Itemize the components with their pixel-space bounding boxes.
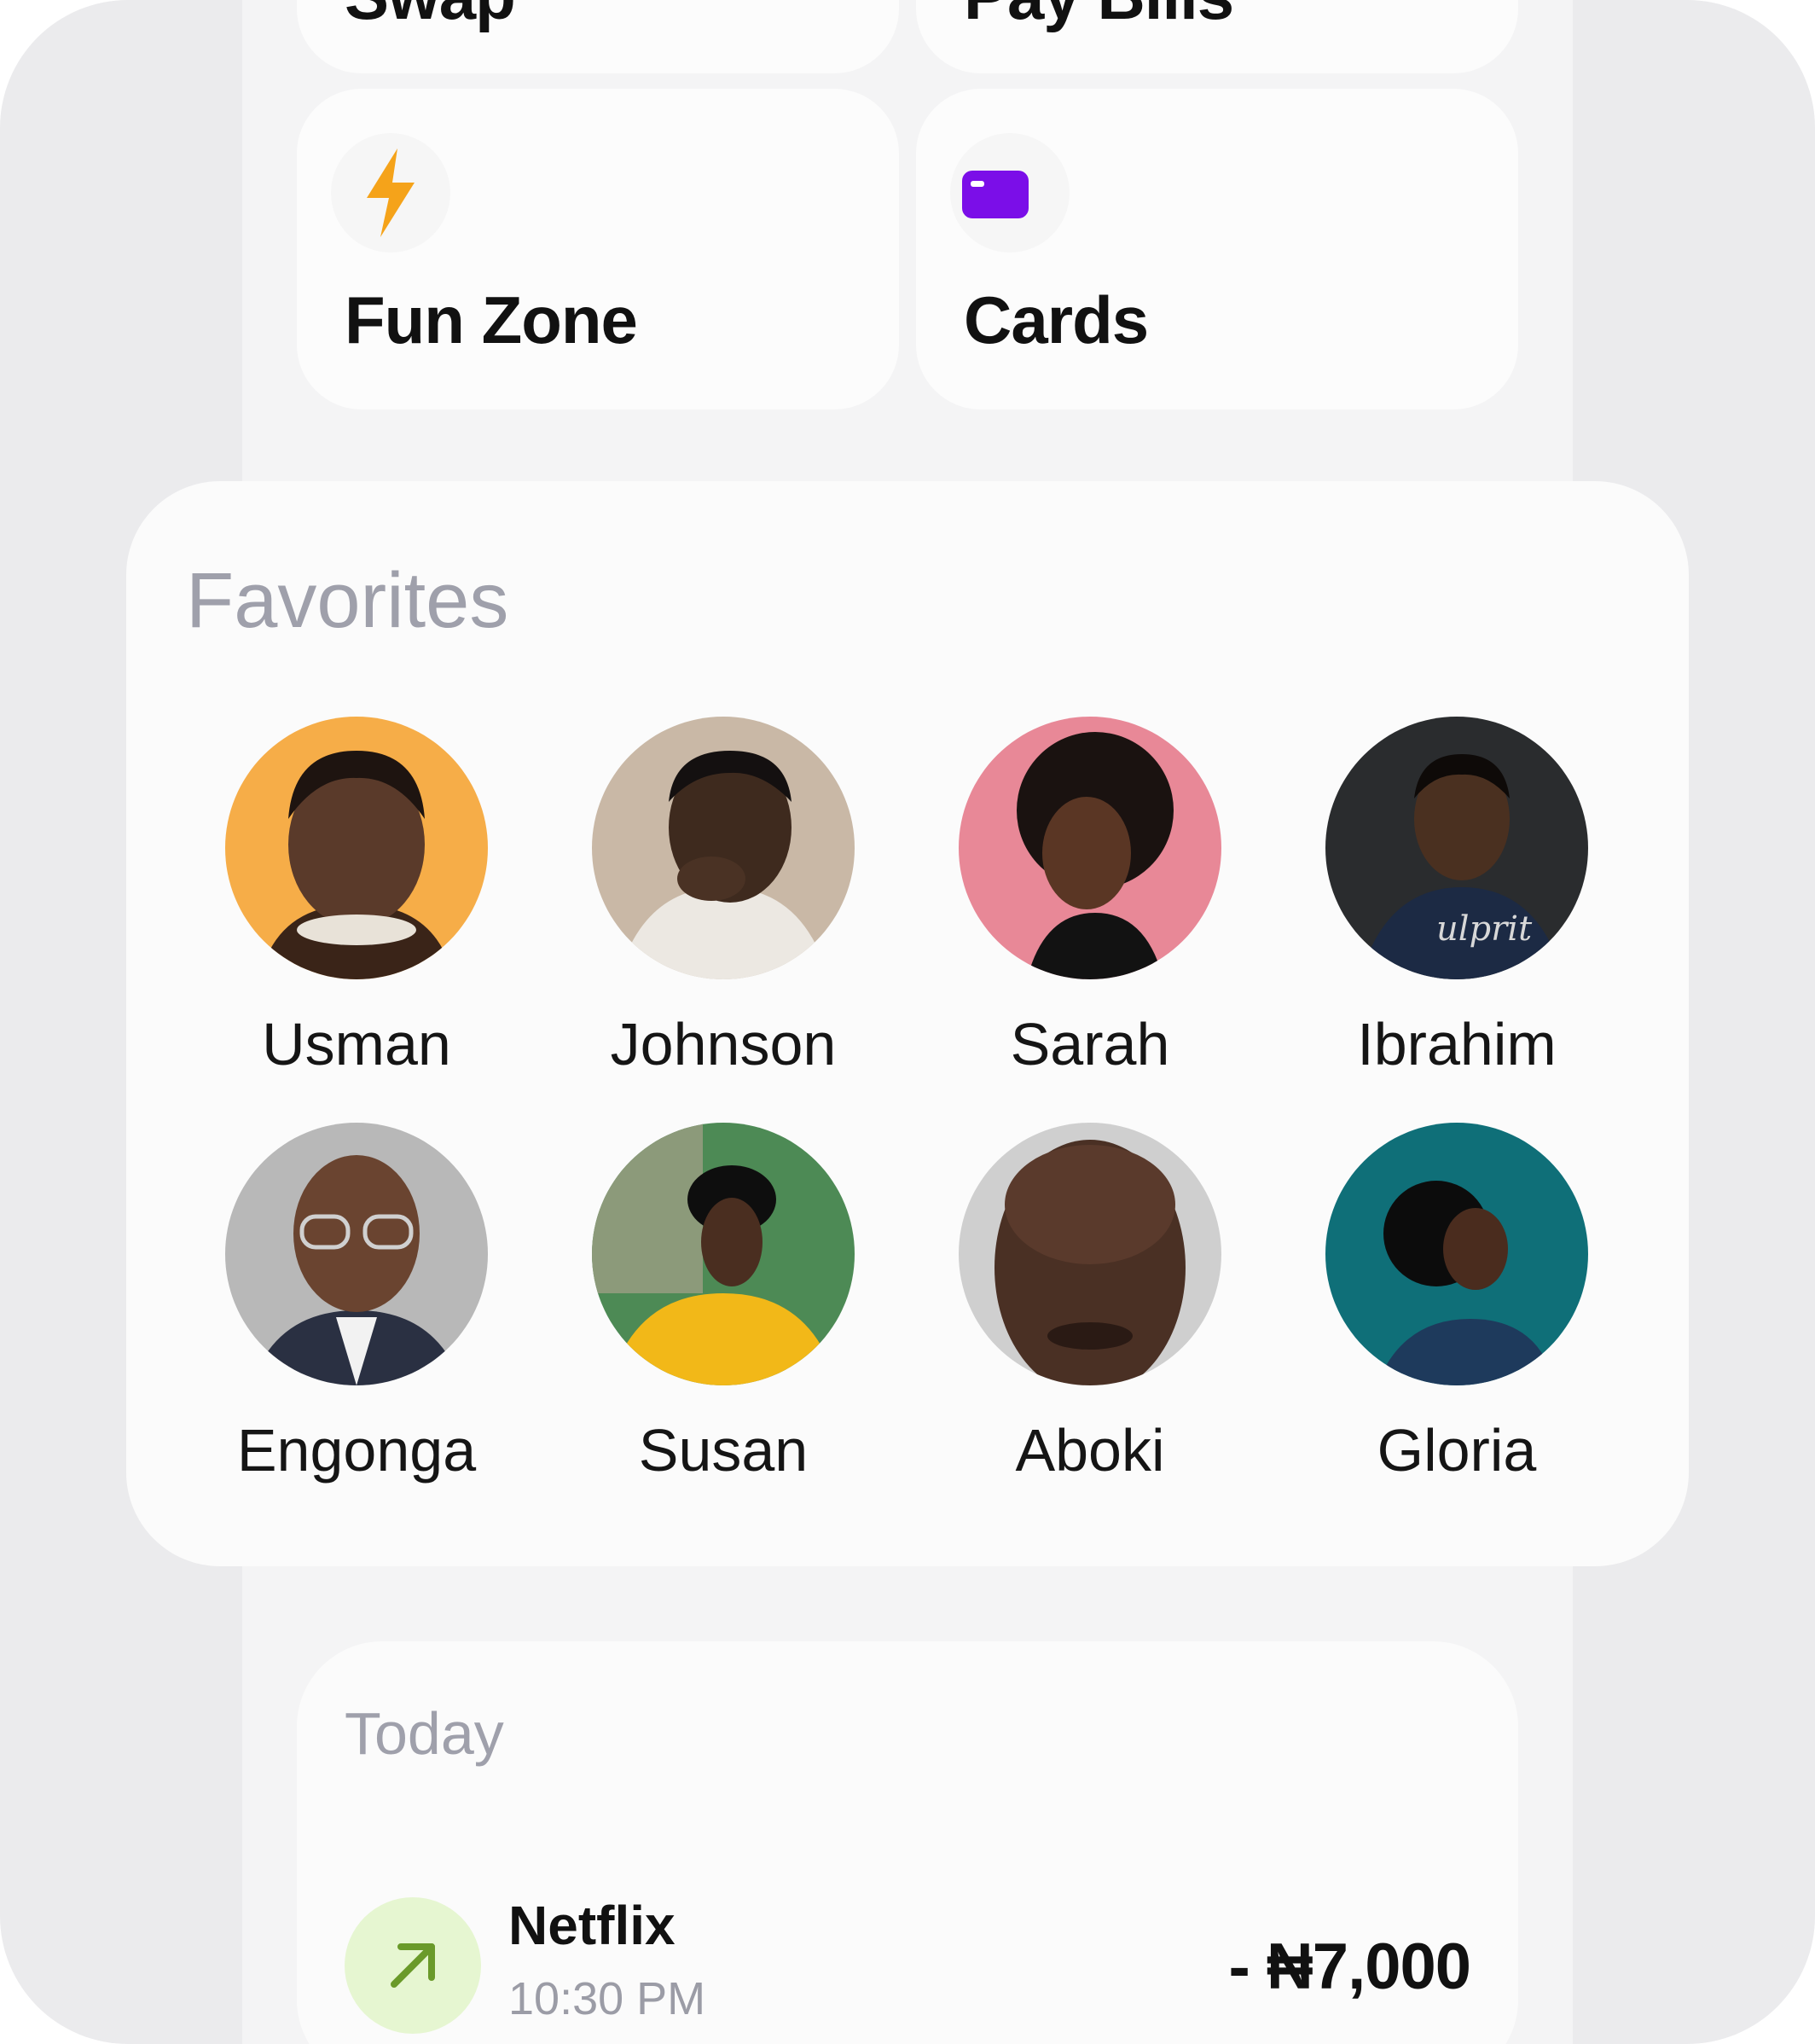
- app-frame: Swap Pay Bills Fun Zone Cards Favorites: [0, 0, 1815, 2044]
- cards-label: Cards: [964, 282, 1149, 357]
- avatar-usman[interactable]: [225, 717, 488, 979]
- transaction-time: 10:30 PM: [508, 1973, 706, 2024]
- favorite-name: Sarah: [1010, 1011, 1170, 1077]
- transaction-amount: - ₦7,000: [1228, 1931, 1471, 2003]
- swap-tile[interactable]: Swap: [297, 0, 899, 73]
- favorite-name: Johnson: [610, 1011, 837, 1077]
- avatar-gloria[interactable]: [1325, 1123, 1588, 1385]
- fun-zone-label: Fun Zone: [345, 282, 638, 357]
- favorite-name: Ibrahim: [1357, 1011, 1557, 1077]
- favorite-name: Usman: [262, 1011, 451, 1077]
- today-title: Today: [345, 1700, 504, 1767]
- favorite-name: Susan: [638, 1417, 809, 1484]
- favorites-card: Favorites Usman Johnson Sarah ulprit Ibr…: [126, 481, 1689, 1566]
- avatar-susan[interactable]: [592, 1123, 855, 1385]
- transaction-name: Netflix: [508, 1895, 676, 1956]
- avatar-aboki[interactable]: [959, 1123, 1221, 1385]
- pay-bills-tile[interactable]: Pay Bills: [916, 0, 1518, 73]
- transaction-icon-bg: [345, 1897, 481, 2034]
- favorite-name: Engonga: [236, 1417, 477, 1484]
- avatar-engonga[interactable]: [225, 1123, 488, 1385]
- avatar-sarah[interactable]: [959, 717, 1221, 979]
- card-icon: [962, 171, 1029, 218]
- avatar-ibrahim[interactable]: ulprit: [1325, 717, 1588, 979]
- favorite-name: Aboki: [1015, 1417, 1165, 1484]
- cards-tile[interactable]: Cards: [916, 89, 1518, 409]
- favorite-name: Gloria: [1377, 1417, 1537, 1484]
- pay-bills-label: Pay Bills: [964, 0, 1234, 35]
- fun-zone-tile[interactable]: Fun Zone: [297, 89, 899, 409]
- avatar-johnson[interactable]: [592, 717, 855, 979]
- arrow-up-right-icon: [391, 1943, 435, 1988]
- today-card: Today Netflix 10:30 PM - ₦7,000: [297, 1641, 1518, 2044]
- cards-icon-bg: [950, 133, 1070, 253]
- fun-zone-icon-bg: [331, 133, 450, 253]
- swap-label: Swap: [345, 0, 516, 35]
- favorites-title: Favorites: [186, 557, 509, 644]
- svg-text:ulprit: ulprit: [1436, 909, 1533, 949]
- lightning-icon: [367, 148, 415, 237]
